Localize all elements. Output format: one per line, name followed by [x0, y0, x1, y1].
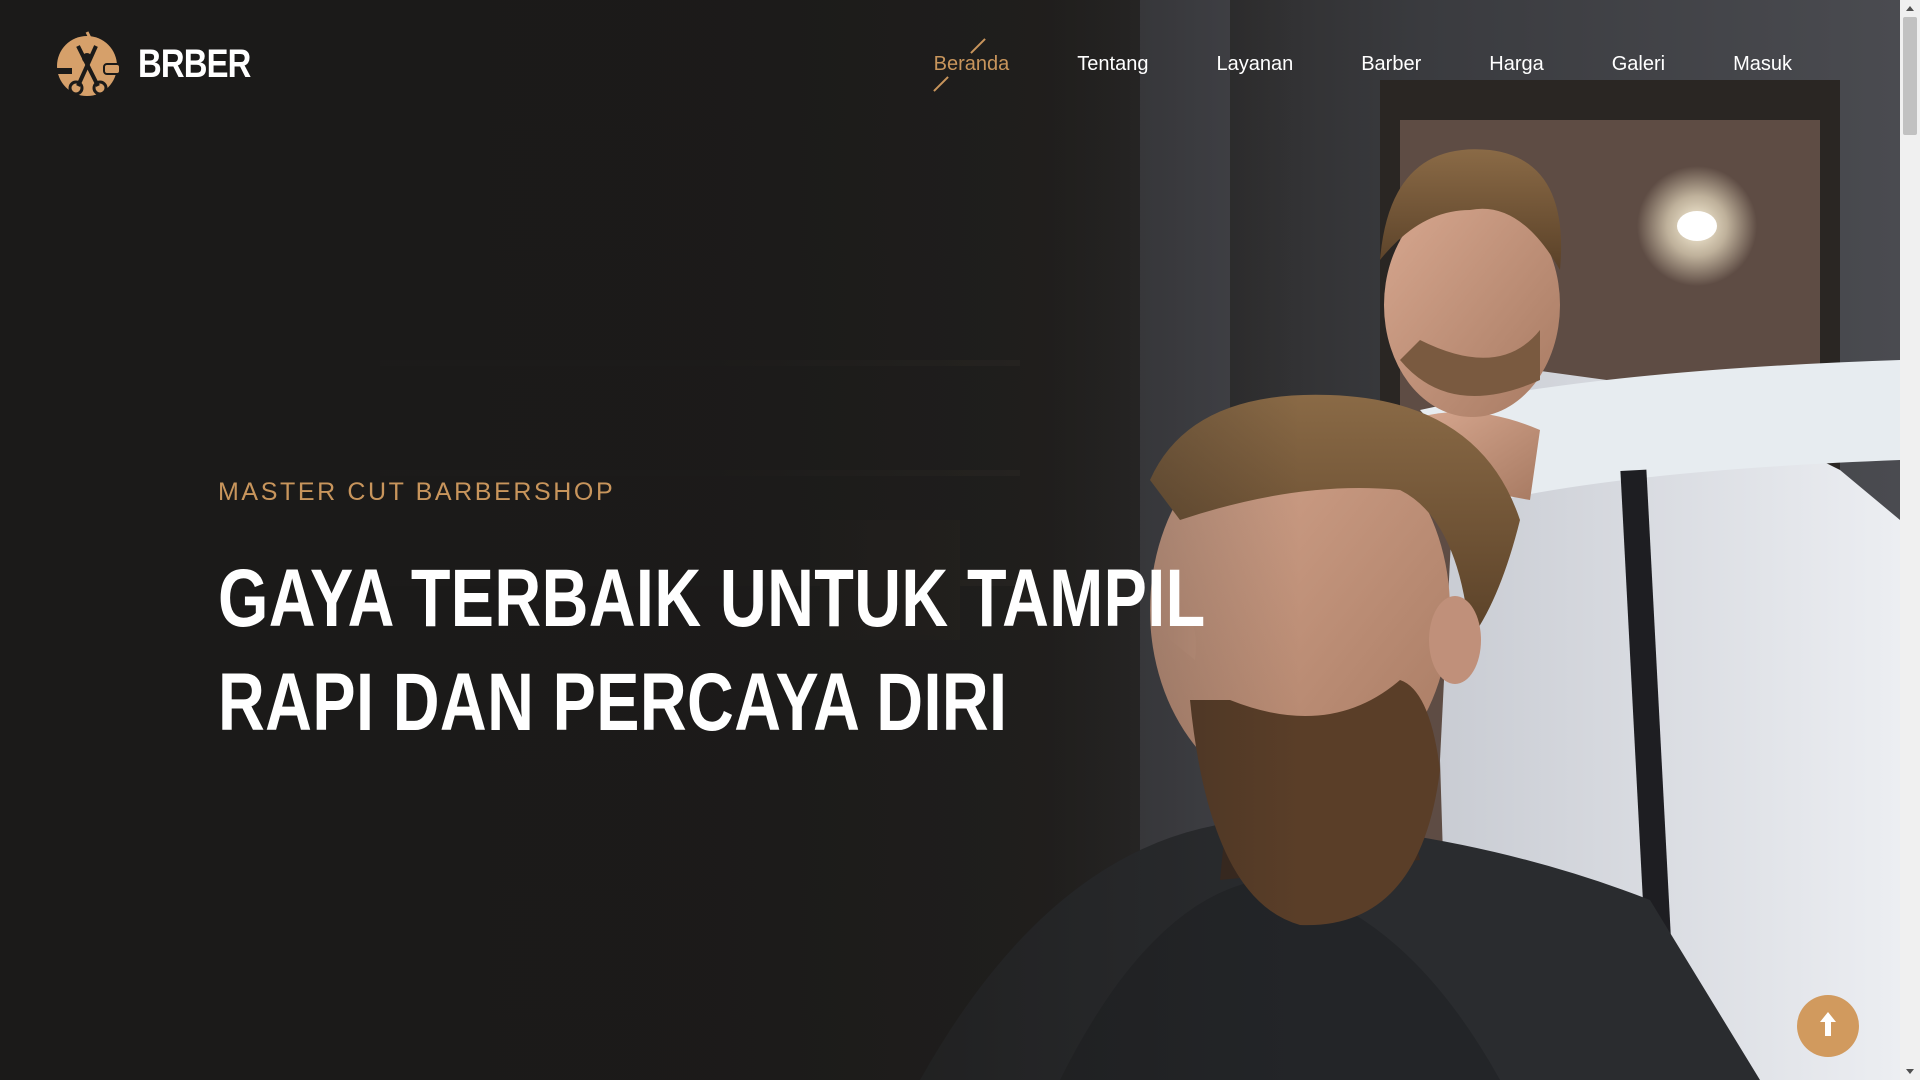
nav-item-label: Masuk [1733, 53, 1792, 75]
nav-item-tentang[interactable]: Tentang [1077, 46, 1148, 82]
nav-item-label: Galeri [1611, 53, 1666, 75]
arrow-up-icon [1816, 1009, 1840, 1043]
scrollbar-thumb[interactable] [1903, 17, 1917, 135]
nav-item-label: Layanan [1216, 53, 1294, 75]
nav-item-layanan[interactable]: Layanan [1216, 46, 1293, 82]
nav-item-masuk[interactable]: Masuk [1733, 46, 1792, 82]
page-scrollbar[interactable] [1900, 0, 1920, 1080]
active-indicator-top [970, 38, 987, 54]
scissors-comb-logo-icon [54, 28, 122, 100]
hero-section: MASTER CUT BARBERSHOP GAYA TERBAIK UNTUK… [218, 478, 1468, 755]
nav-item-label: Tentang [1077, 53, 1149, 75]
scroll-up-arrow-icon[interactable] [1900, 0, 1920, 17]
nav-item-label: Harga [1489, 53, 1544, 75]
nav-item-barber[interactable]: Barber [1361, 46, 1421, 82]
main-navigation: Beranda Tentang Layanan Barber Harga Gal… [932, 38, 1792, 92]
hero-subtitle: MASTER CUT BARBERSHOP [218, 478, 616, 506]
page: BRBER Beranda Tentang Layanan Barber Har… [0, 0, 1920, 1080]
brand-name: BRBER [138, 41, 251, 86]
hero-title-line-1: GAYA TERBAIK UNTUK TAMPIL [218, 553, 1206, 644]
brand-logo-link[interactable]: BRBER [54, 28, 275, 100]
scroll-down-arrow-icon[interactable] [1900, 1063, 1920, 1080]
active-indicator-bottom [932, 76, 949, 92]
hero-title: GAYA TERBAIK UNTUK TAMPIL RAPI DAN PERCA… [218, 547, 1206, 755]
hero-title-line-2: RAPI DAN PERCAYA DIRI [218, 657, 1008, 748]
site-header: BRBER Beranda Tentang Layanan Barber Har… [0, 0, 1900, 126]
nav-item-galeri[interactable]: Galeri [1612, 46, 1665, 82]
nav-item-beranda[interactable]: Beranda [932, 38, 1010, 92]
nav-item-label: Barber [1361, 53, 1422, 75]
nav-item-harga[interactable]: Harga [1489, 46, 1543, 82]
back-to-top-button[interactable] [1797, 995, 1859, 1057]
nav-item-label: Beranda [933, 53, 1010, 75]
